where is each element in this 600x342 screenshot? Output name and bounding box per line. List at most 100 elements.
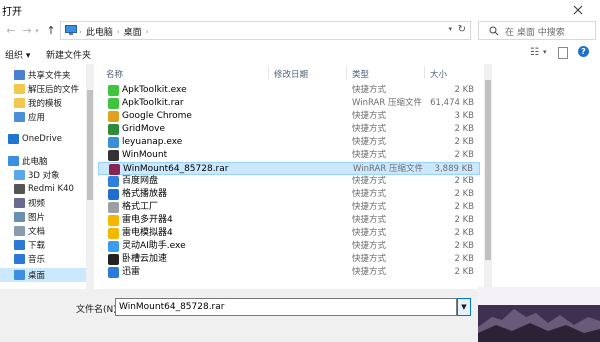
grid-icon bbox=[108, 124, 119, 135]
sidebar-item[interactable]: 解压后的文件 bbox=[0, 82, 86, 96]
sidebar-item[interactable]: 下载 bbox=[0, 238, 86, 252]
preview-pane-icon[interactable] bbox=[558, 47, 568, 59]
file-row[interactable]: ApkToolkit.exe 快捷方式 2 KB bbox=[98, 84, 480, 97]
sidebar-item-label: 桌面 bbox=[28, 271, 46, 281]
breadcrumb-separator-icon: › bbox=[79, 27, 82, 36]
breadcrumb: › 此电脑 › 桌面 › bbox=[79, 25, 148, 39]
search-input[interactable]: 在 桌面 中搜索 bbox=[478, 21, 596, 40]
file-row[interactable]: ApkToolkit.rar WinRAR 压缩文件 61,474 KB bbox=[98, 97, 480, 110]
file-type: WinRAR 压缩文件 bbox=[352, 98, 422, 108]
sidebar-item[interactable]: 图片 bbox=[0, 210, 86, 224]
sidebar-item-label: 下载 bbox=[28, 241, 46, 251]
file-name: GridMove bbox=[122, 124, 166, 134]
filename-label: 文件名(N): bbox=[76, 305, 120, 315]
sidebar-item[interactable]: 应用 bbox=[0, 110, 86, 124]
pc-icon bbox=[8, 156, 19, 166]
file-name: 格式工厂 bbox=[122, 202, 159, 212]
file-size: 2 KB bbox=[454, 85, 474, 95]
address-dropdown-icon[interactable]: ▾ bbox=[448, 25, 452, 33]
sidebar-item[interactable]: 此电脑 bbox=[0, 154, 86, 168]
file-row[interactable]: 雷电多开器4 快捷方式 2 KB bbox=[98, 214, 480, 227]
sidebar-item[interactable]: 文档 bbox=[0, 224, 86, 238]
sidebar-item[interactable]: 音乐 bbox=[0, 252, 86, 266]
nav-scrollbar-thumb[interactable] bbox=[87, 90, 93, 200]
green-android-icon bbox=[108, 85, 119, 96]
factory-icon bbox=[108, 202, 119, 213]
column-divider[interactable] bbox=[346, 66, 347, 79]
view-dropdown-icon[interactable]: ▾ bbox=[543, 48, 547, 56]
close-button[interactable] bbox=[556, 0, 600, 20]
file-row[interactable]: 迅雷 快捷方式 2 KB bbox=[98, 266, 480, 279]
file-row[interactable]: leyuanap.exe 快捷方式 2 KB bbox=[98, 136, 480, 149]
search-placeholder: 在 桌面 中搜索 bbox=[505, 28, 565, 38]
column-header-modified[interactable]: 修改日期 bbox=[274, 68, 308, 80]
back-arrow-icon[interactable]: ← bbox=[4, 24, 18, 38]
picture-icon bbox=[14, 212, 25, 222]
breadcrumb-separator-icon: › bbox=[116, 27, 120, 36]
view-options-icon[interactable]: ☷ bbox=[530, 47, 539, 58]
file-list: 名称 修改日期 类型 大小 ApkToolkit.exe 快捷方式 2 KB ApkT… bbox=[94, 64, 484, 289]
file-type: 快捷方式 bbox=[352, 150, 387, 160]
desktop-icon bbox=[14, 270, 25, 280]
sidebar-item-label: 图片 bbox=[28, 213, 46, 223]
file-row[interactable]: 卧槽云加速 快捷方式 2 KB bbox=[98, 253, 480, 266]
file-row[interactable]: 格式播放器 快捷方式 2 KB bbox=[98, 188, 480, 201]
address-row: ← → ▾ ↑ › 此电脑 › 桌面 › ▾ ↻ 在 桌面 中搜索 bbox=[0, 20, 600, 42]
column-divider[interactable] bbox=[424, 66, 425, 79]
lightning-icon bbox=[108, 215, 119, 226]
disc-icon bbox=[108, 150, 119, 161]
file-type: 快捷方式 bbox=[352, 254, 387, 264]
video-icon bbox=[14, 198, 25, 208]
close-icon[interactable] bbox=[573, 5, 583, 15]
sidebar-item-label: 此电脑 bbox=[22, 157, 48, 167]
file-type: 快捷方式 bbox=[352, 215, 387, 225]
sidebar-item[interactable]: 3D 对象 bbox=[0, 168, 86, 182]
breadcrumb-item-desktop[interactable]: 桌面 bbox=[124, 25, 142, 38]
file-type: 快捷方式 bbox=[352, 124, 387, 134]
toolbar: 组织 ▾ 新建文件夹 ☷ ▾ ? bbox=[0, 44, 600, 64]
breadcrumb-item-pc[interactable]: 此电脑 bbox=[86, 25, 113, 38]
forward-arrow-icon[interactable]: → bbox=[20, 24, 34, 38]
filename-dropdown-button[interactable]: ▼ bbox=[457, 298, 471, 316]
file-row[interactable]: Google Chrome 快捷方式 3 KB bbox=[98, 110, 480, 123]
sidebar-item[interactable]: 桌面 bbox=[0, 268, 86, 282]
column-header-name[interactable]: 名称 bbox=[106, 68, 123, 80]
file-size: 2 KB bbox=[454, 267, 474, 277]
sidebar-item-label: 文档 bbox=[28, 227, 46, 237]
address-bar[interactable]: › 此电脑 › 桌面 › ▾ ↻ bbox=[60, 21, 471, 40]
sidebar-item[interactable]: Redmi K40 bbox=[0, 182, 86, 196]
file-row[interactable]: GridMove 快捷方式 2 KB bbox=[98, 123, 480, 136]
file-row[interactable]: 百度网盘 快捷方式 2 KB bbox=[98, 175, 480, 188]
file-name: Google Chrome bbox=[122, 111, 192, 121]
file-size: 2 KB bbox=[454, 150, 474, 160]
up-arrow-icon[interactable]: ↑ bbox=[44, 24, 58, 38]
sidebar-item-label: 解压后的文件 bbox=[28, 85, 80, 95]
file-list-scrollbar-thumb[interactable] bbox=[485, 80, 491, 260]
sidebar-item[interactable]: OneDrive bbox=[0, 132, 86, 146]
column-header-size[interactable]: 大小 bbox=[430, 68, 447, 80]
sidebar-item[interactable]: 视频 bbox=[0, 196, 86, 210]
organize-button[interactable]: 组织 ▾ bbox=[5, 48, 30, 61]
file-row[interactable]: 灵动AI助手.exe 快捷方式 2 KB bbox=[98, 240, 480, 253]
rar-icon bbox=[109, 164, 120, 175]
file-row[interactable]: 格式工厂 快捷方式 2 KB bbox=[98, 201, 480, 214]
column-header-type[interactable]: 类型 bbox=[352, 68, 369, 80]
file-row[interactable]: WinMount64_85728.rar WinRAR 压缩文件 3,889 KB bbox=[98, 162, 480, 175]
chrome-icon bbox=[108, 111, 119, 122]
help-icon[interactable]: ? bbox=[578, 46, 589, 57]
share-folder-icon bbox=[14, 70, 25, 80]
refresh-icon[interactable]: ↻ bbox=[458, 24, 466, 35]
navigation-pane: 共享文件夹解压后的文件 我的模板 应用 OneDrive 此电脑 3D 对象 Redmi K… bbox=[0, 64, 86, 289]
file-size: 2 KB bbox=[454, 241, 474, 251]
file-row[interactable]: WinMount 快捷方式 2 KB bbox=[98, 149, 480, 162]
file-row[interactable]: 雷电模拟器4 快捷方式 2 KB bbox=[98, 227, 480, 240]
filename-input[interactable] bbox=[115, 298, 457, 316]
recent-dropdown-icon[interactable]: ▾ bbox=[33, 24, 41, 38]
window-title: 打开 bbox=[2, 7, 22, 18]
new-folder-button[interactable]: 新建文件夹 bbox=[46, 48, 91, 61]
phone-icon bbox=[14, 184, 25, 194]
sidebar-item[interactable]: 共享文件夹 bbox=[0, 68, 86, 82]
column-divider[interactable] bbox=[268, 66, 269, 79]
sidebar-item[interactable]: 我的模板 bbox=[0, 96, 86, 110]
file-type: 快捷方式 bbox=[352, 111, 387, 121]
